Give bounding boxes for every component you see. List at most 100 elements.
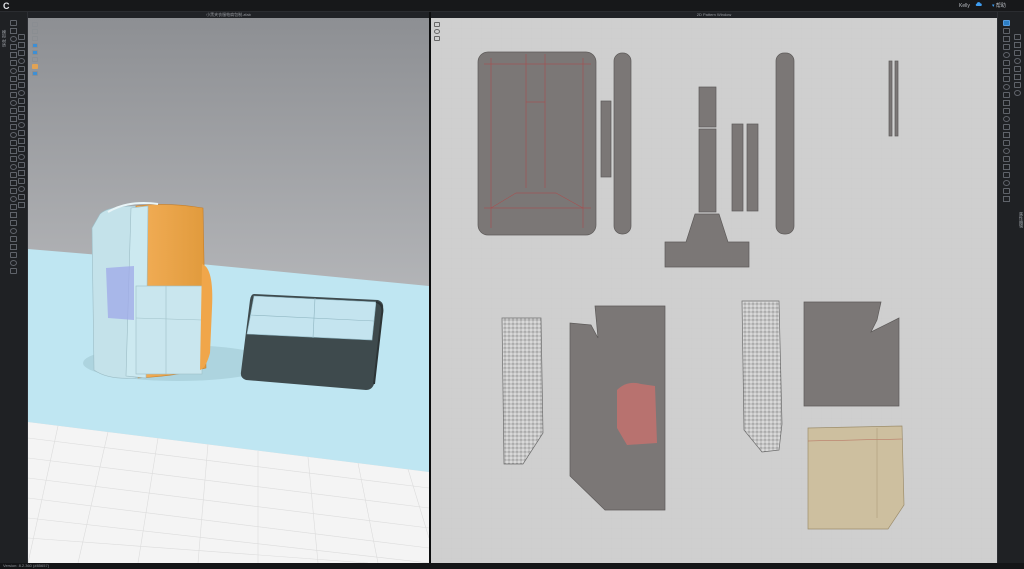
viewport-3d[interactable] bbox=[28, 18, 429, 563]
help-label: 帮助 bbox=[995, 3, 1006, 9]
viewport-2d[interactable] bbox=[431, 18, 997, 563]
topstitch-edit-icon[interactable] bbox=[1002, 156, 1010, 162]
record-tool-icon[interactable] bbox=[10, 244, 17, 250]
fabric-icon[interactable] bbox=[32, 71, 38, 76]
layer-tool-icon[interactable] bbox=[10, 212, 17, 218]
free-sew-icon[interactable] bbox=[1002, 84, 1010, 90]
pattern-measure-icon[interactable] bbox=[1002, 172, 1010, 178]
notch-icon[interactable] bbox=[1002, 116, 1010, 122]
pattern-name-icon[interactable] bbox=[1013, 42, 1021, 48]
pattern-strap-1[interactable] bbox=[731, 123, 744, 212]
pattern-select-icon[interactable] bbox=[1002, 20, 1010, 26]
light-tool-icon[interactable] bbox=[10, 260, 17, 266]
pattern-small-strip[interactable] bbox=[600, 100, 612, 178]
trace-icon[interactable] bbox=[1002, 108, 1010, 114]
select-tool-icon[interactable] bbox=[10, 20, 17, 26]
show-fit-icon[interactable] bbox=[18, 106, 25, 112]
pattern-lining-piece[interactable] bbox=[807, 425, 905, 530]
video-icon[interactable] bbox=[18, 194, 25, 200]
grain-icon[interactable] bbox=[1002, 132, 1010, 138]
backpack-model bbox=[91, 202, 213, 379]
show-stress-icon[interactable] bbox=[18, 90, 25, 96]
gpu-icon[interactable] bbox=[18, 42, 25, 48]
viewport-3d-scene bbox=[28, 18, 429, 563]
thickness-view-icon[interactable] bbox=[18, 138, 25, 144]
fabric-view-icon[interactable] bbox=[1013, 90, 1021, 96]
show-grid-icon[interactable] bbox=[18, 82, 25, 88]
hide-tool-icon[interactable] bbox=[10, 228, 17, 234]
segment-sew-icon[interactable] bbox=[1002, 76, 1010, 82]
show-garment-icon[interactable] bbox=[18, 58, 25, 64]
seam-allowance-icon[interactable] bbox=[1002, 124, 1010, 130]
snapshot-icon[interactable] bbox=[18, 186, 25, 192]
pattern-loop[interactable] bbox=[698, 128, 717, 213]
unfold-icon[interactable] bbox=[1002, 196, 1010, 202]
simulate-icon[interactable] bbox=[18, 34, 25, 40]
check-sew-icon[interactable] bbox=[1002, 92, 1010, 98]
avatar-icon[interactable] bbox=[32, 57, 38, 62]
status-bar: Version: 8.2.360 (#85657) bbox=[0, 563, 1024, 569]
show-pin-icon[interactable] bbox=[18, 66, 25, 72]
annotation-2d-icon[interactable] bbox=[1002, 180, 1010, 186]
xray-icon[interactable] bbox=[18, 114, 25, 120]
show-avatar-icon[interactable] bbox=[18, 50, 25, 56]
pattern-tab[interactable] bbox=[698, 86, 717, 128]
left-tool-column-2 bbox=[15, 32, 28, 210]
pattern-side-strip-2[interactable] bbox=[775, 52, 795, 235]
user-name[interactable]: Kelly bbox=[959, 1, 970, 11]
turntable-icon[interactable] bbox=[18, 202, 25, 208]
view-mode-icon[interactable] bbox=[32, 22, 38, 27]
zoom-tool-icon[interactable] bbox=[434, 36, 440, 41]
sim-settings-icon[interactable] bbox=[32, 50, 38, 55]
camera-tool-icon[interactable] bbox=[10, 268, 17, 274]
measure-view-icon[interactable] bbox=[18, 162, 25, 168]
sim-play-icon[interactable] bbox=[32, 43, 38, 48]
graphic-edit-icon[interactable] bbox=[1002, 148, 1010, 154]
grid-2d-icon[interactable] bbox=[1013, 82, 1021, 88]
circle-icon[interactable] bbox=[1002, 52, 1010, 58]
capture-tool-icon[interactable] bbox=[10, 236, 17, 242]
shadow-icon[interactable] bbox=[18, 146, 25, 152]
show-strain-icon[interactable] bbox=[18, 98, 25, 104]
sim-quality-icon[interactable] bbox=[32, 36, 38, 41]
freeze-tool-icon[interactable] bbox=[10, 220, 17, 226]
help-menu[interactable]: ▾ 帮助 bbox=[992, 1, 1006, 11]
pattern-thin-strap-1[interactable] bbox=[888, 60, 893, 137]
annotation-icon[interactable] bbox=[18, 178, 25, 184]
laptop-sleeve-model bbox=[240, 294, 384, 390]
texture-view-icon[interactable] bbox=[18, 122, 25, 128]
camera-view-icon[interactable] bbox=[32, 29, 38, 34]
pattern-size-icon[interactable] bbox=[1013, 50, 1021, 56]
polygon-icon[interactable] bbox=[1002, 36, 1010, 42]
fold-arrange-icon[interactable] bbox=[1002, 100, 1010, 106]
show-seam-icon[interactable] bbox=[18, 74, 25, 80]
texture-view-2d-icon[interactable] bbox=[1013, 74, 1021, 80]
grain-view-icon[interactable] bbox=[1013, 58, 1021, 64]
edit-point-icon[interactable] bbox=[1002, 28, 1010, 34]
render-tool-icon[interactable] bbox=[10, 252, 17, 258]
cloud-icon[interactable] bbox=[975, 1, 983, 11]
seam-view-icon[interactable] bbox=[1013, 66, 1021, 72]
pattern-side-strip-1[interactable] bbox=[613, 52, 632, 235]
right-panel-label: 属性编辑 bbox=[1019, 212, 1024, 228]
pattern-back-panel[interactable] bbox=[477, 51, 597, 236]
mesh-view-icon[interactable] bbox=[18, 130, 25, 136]
rectangle-icon[interactable] bbox=[1002, 44, 1010, 50]
pattern-thin-strap-2[interactable] bbox=[894, 60, 899, 137]
sewing-view-icon[interactable] bbox=[1013, 34, 1021, 40]
pen-tool-icon[interactable] bbox=[434, 29, 440, 34]
color-icon[interactable] bbox=[32, 64, 38, 69]
background-icon[interactable] bbox=[18, 154, 25, 160]
puckering-edit-icon[interactable] bbox=[1002, 164, 1010, 170]
right-tool-column-2 bbox=[1011, 32, 1023, 98]
pattern-mesh-panel-1[interactable] bbox=[501, 317, 544, 465]
texture-edit-icon[interactable] bbox=[1002, 140, 1010, 146]
logo-icon[interactable]: C bbox=[3, 1, 13, 11]
pattern-strap-2[interactable] bbox=[746, 123, 759, 212]
internal-line-icon[interactable] bbox=[1002, 60, 1010, 66]
ruler-icon[interactable] bbox=[18, 170, 25, 176]
dart-icon[interactable] bbox=[1002, 68, 1010, 74]
move-tool-icon[interactable] bbox=[434, 22, 440, 27]
symmetry-icon[interactable] bbox=[1002, 188, 1010, 194]
pattern-mesh-panel-2[interactable] bbox=[741, 300, 783, 453]
